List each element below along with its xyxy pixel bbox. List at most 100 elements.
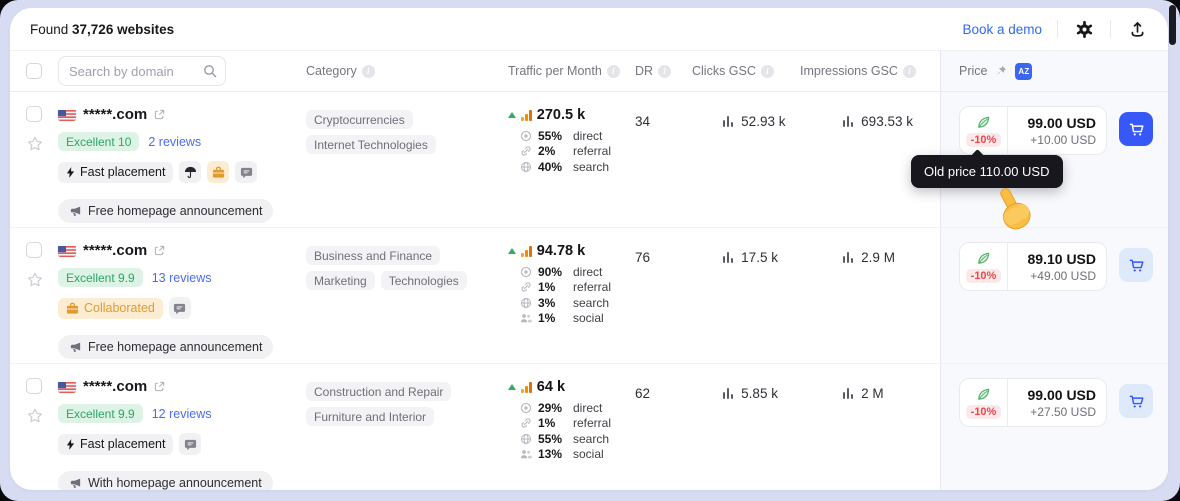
traffic-source: 3% search bbox=[508, 295, 635, 311]
add-to-cart-button[interactable] bbox=[1119, 248, 1153, 282]
dr-value: 34 bbox=[635, 114, 651, 129]
price-card: -10% 99.00 USD +27.50 USD bbox=[959, 378, 1107, 427]
direct-target-icon bbox=[520, 266, 532, 277]
reviews-link[interactable]: 13 reviews bbox=[152, 271, 212, 285]
select-all-checkbox[interactable] bbox=[26, 63, 42, 79]
column-category[interactable]: Category i bbox=[306, 64, 508, 78]
domain-name[interactable]: *****.com bbox=[83, 106, 147, 123]
settings-gear-button[interactable] bbox=[1073, 18, 1095, 40]
found-count: 37,726 websites bbox=[72, 21, 175, 37]
direct-target-icon bbox=[520, 402, 532, 413]
trend-up-icon bbox=[508, 112, 516, 118]
announcement-tag: With homepage announcement bbox=[58, 471, 273, 490]
comment-icon[interactable] bbox=[235, 161, 258, 183]
info-icon[interactable]: i bbox=[760, 64, 774, 78]
briefcase-icon bbox=[66, 302, 79, 314]
row-checkbox[interactable] bbox=[26, 106, 42, 122]
eco-leaf-icon bbox=[978, 388, 990, 400]
book-a-demo-link[interactable]: Book a demo bbox=[962, 22, 1042, 37]
table-row: *****.com Excellent 9.9 13 reviews Colla… bbox=[10, 228, 1168, 364]
reviews-link[interactable]: 2 reviews bbox=[148, 135, 201, 149]
add-to-cart-button[interactable] bbox=[1119, 112, 1153, 146]
traffic-source: 13% social bbox=[508, 447, 635, 463]
collaborated-tag: Collaborated bbox=[58, 297, 163, 319]
pin-icon[interactable] bbox=[995, 65, 1007, 77]
price-value: 99.00 USD bbox=[1027, 114, 1096, 131]
impressions-gsc-value: 693.53 k bbox=[843, 114, 940, 129]
social-people-icon bbox=[521, 450, 532, 459]
announcement-tag: Free homepage announcement bbox=[58, 335, 274, 359]
info-icon[interactable]: i bbox=[361, 64, 375, 78]
briefcase-icon[interactable] bbox=[207, 161, 230, 183]
rating-badge: Excellent 9.9 bbox=[58, 404, 143, 423]
clicks-gsc-value: 17.5 k bbox=[723, 250, 800, 265]
comment-icon[interactable] bbox=[168, 297, 191, 319]
traffic-bars-icon bbox=[521, 381, 532, 393]
fast-placement-tag: Fast placement bbox=[58, 433, 174, 455]
favorite-star-icon[interactable] bbox=[26, 407, 44, 425]
export-button[interactable] bbox=[1126, 18, 1148, 40]
vertical-scrollbar-thumb[interactable] bbox=[1169, 5, 1176, 45]
external-link-icon[interactable] bbox=[154, 245, 165, 256]
price-card: -10% 99.00 USD +10.00 USD bbox=[959, 106, 1107, 155]
sort-az-icon[interactable]: AZ bbox=[1015, 62, 1033, 80]
us-flag-icon bbox=[58, 245, 76, 257]
impressions-gsc-value: 2.9 M bbox=[843, 250, 940, 265]
info-icon[interactable]: i bbox=[658, 64, 672, 78]
category-tag: Internet Technologies bbox=[306, 135, 436, 154]
info-icon[interactable]: i bbox=[606, 64, 620, 78]
discount-badge[interactable]: -10% bbox=[965, 132, 1002, 147]
gear-icon bbox=[1076, 20, 1092, 38]
table-row: *****.com Excellent 9.9 12 reviews Fast … bbox=[10, 364, 1168, 490]
external-link-icon[interactable] bbox=[154, 381, 165, 392]
traffic-source: 90% direct bbox=[508, 264, 635, 280]
bar-chart-icon bbox=[723, 252, 734, 263]
cart-icon bbox=[1129, 259, 1144, 272]
price-extra: +27.50 USD bbox=[1030, 404, 1096, 419]
column-price[interactable]: Price AZ bbox=[940, 51, 1168, 91]
gambling-umbrella-icon[interactable] bbox=[179, 161, 202, 183]
discount-badge[interactable]: -10% bbox=[965, 268, 1002, 283]
traffic-value: 270.5 k bbox=[536, 107, 586, 123]
referral-link-icon bbox=[521, 146, 531, 156]
megaphone-icon bbox=[70, 206, 81, 216]
divider bbox=[1110, 20, 1111, 38]
direct-target-icon bbox=[520, 130, 532, 141]
dr-value: 62 bbox=[635, 386, 651, 401]
clicks-gsc-value: 52.93 k bbox=[723, 114, 800, 129]
search-globe-icon bbox=[521, 433, 531, 444]
column-dr[interactable]: DR i bbox=[635, 64, 692, 78]
category-tag: Construction and Repair bbox=[306, 382, 452, 401]
info-icon[interactable]: i bbox=[902, 64, 916, 78]
search-globe-icon bbox=[521, 297, 531, 308]
add-to-cart-button[interactable] bbox=[1119, 384, 1153, 418]
column-impressions-gsc[interactable]: Impressions GSC i bbox=[800, 64, 940, 78]
external-link-icon[interactable] bbox=[154, 109, 165, 120]
category-tag: Furniture and Interior bbox=[306, 407, 435, 426]
bar-chart-icon bbox=[843, 252, 854, 263]
row-checkbox[interactable] bbox=[26, 378, 42, 394]
announcement-tag: Free homepage announcement bbox=[58, 199, 274, 223]
referral-link-icon bbox=[521, 282, 531, 292]
traffic-source: 2% referral bbox=[508, 144, 635, 160]
reviews-link[interactable]: 12 reviews bbox=[152, 407, 212, 421]
comment-icon[interactable] bbox=[179, 433, 202, 455]
price-extra: +10.00 USD bbox=[1030, 132, 1096, 147]
row-checkbox[interactable] bbox=[26, 242, 42, 258]
domain-name[interactable]: *****.com bbox=[83, 378, 147, 395]
app-background: Found 37,726 websites Book a demo Search… bbox=[0, 0, 1180, 501]
fast-placement-tag: Fast placement bbox=[58, 161, 174, 183]
domain-name[interactable]: *****.com bbox=[83, 242, 147, 259]
discount-badge[interactable]: -10% bbox=[965, 404, 1002, 419]
traffic-source: 40% search bbox=[508, 159, 635, 175]
favorite-star-icon[interactable] bbox=[26, 135, 44, 153]
megaphone-icon bbox=[70, 478, 81, 488]
search-input[interactable] bbox=[58, 56, 226, 86]
websites-table-card: Found 37,726 websites Book a demo Search… bbox=[10, 8, 1168, 490]
price-value: 89.10 USD bbox=[1027, 250, 1096, 267]
favorite-star-icon[interactable] bbox=[26, 271, 44, 289]
column-traffic[interactable]: Traffic per Month i bbox=[508, 64, 635, 78]
top-bar: Found 37,726 websites Book a demo bbox=[10, 8, 1168, 51]
cart-icon bbox=[1129, 123, 1144, 136]
column-clicks-gsc[interactable]: Clicks GSC i bbox=[692, 64, 800, 78]
